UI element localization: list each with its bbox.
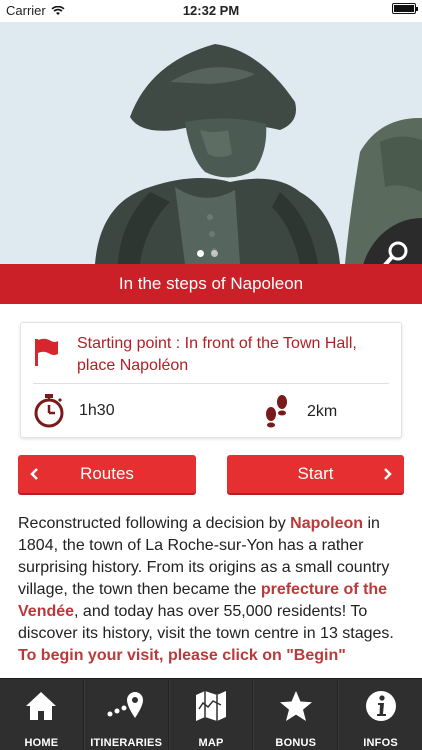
tab-bonus-label: BONUS: [275, 737, 317, 749]
status-time: 12:32 PM: [182, 3, 240, 18]
flag-icon: [35, 338, 58, 366]
chevron-right-icon: [384, 468, 392, 480]
routes-button[interactable]: Routes: [18, 455, 196, 493]
itinerary-title: In the steps of Napoleon: [0, 264, 422, 304]
itinerary-description: Reconstructed following a decision by Na…: [18, 513, 406, 678]
stopwatch-icon: [34, 394, 64, 428]
chevron-left-icon: [30, 468, 38, 480]
tab-itineraries-label: ITINERARIES: [90, 737, 163, 749]
tab-infos-label: INFOS: [363, 737, 398, 749]
starting-point-row: Starting point : In front of the Town Ha…: [33, 333, 389, 377]
tab-bonus[interactable]: BONUS: [253, 679, 339, 750]
tab-home[interactable]: HOME: [0, 679, 84, 750]
footsteps-icon: [266, 395, 287, 428]
distance-value: 2km: [307, 403, 338, 420]
tab-map-label: MAP: [198, 737, 224, 749]
tab-infos[interactable]: INFOS: [338, 679, 422, 750]
itinerary-info-card: Starting point : In front of the Town Ha…: [20, 322, 402, 438]
napoleon-statue-image: [0, 22, 422, 264]
status-right: [392, 3, 418, 14]
map-icon: [195, 691, 226, 721]
star-icon: [279, 691, 312, 721]
meta-row: 1h30 2km: [33, 394, 389, 430]
napoleon-link[interactable]: Napoleon: [290, 515, 363, 532]
tab-bar: HOME ITINERARIES MAP BONUS INFOS: [0, 678, 422, 750]
carousel-dot[interactable]: [197, 250, 204, 257]
status-bar: Carrier 12:32 PM: [0, 0, 422, 22]
start-button[interactable]: Start: [227, 455, 404, 493]
start-button-label: Start: [297, 464, 334, 483]
search-icon: [383, 241, 408, 264]
carousel-dot[interactable]: [211, 250, 218, 257]
routes-button-label: Routes: [80, 464, 134, 483]
tab-map[interactable]: MAP: [168, 679, 254, 750]
hero-image[interactable]: [0, 22, 422, 264]
duration: 1h30: [33, 394, 115, 428]
desc-text: Reconstructed following a decision by: [18, 515, 291, 532]
starting-point-text: Starting point : In front of the Town Ha…: [77, 335, 357, 374]
tab-itineraries[interactable]: ITINERARIES: [83, 679, 169, 750]
distance: 2km: [261, 394, 337, 430]
home-icon: [26, 692, 57, 720]
desc-text: , and today has over 55,000 residents! T…: [18, 603, 394, 642]
battery-icon: [392, 3, 418, 14]
info-icon: [365, 691, 396, 721]
route-pin-icon: [107, 692, 144, 718]
begin-visit-link[interactable]: To begin your visit, please click on "Be…: [18, 647, 346, 664]
duration-value: 1h30: [79, 402, 115, 419]
carousel-dots[interactable]: [197, 250, 218, 257]
divider: [33, 383, 389, 384]
tab-home-label: HOME: [24, 737, 59, 749]
